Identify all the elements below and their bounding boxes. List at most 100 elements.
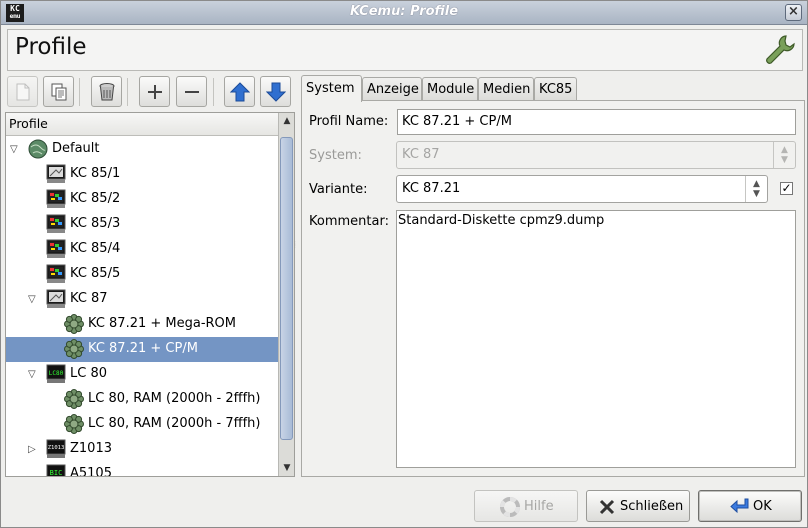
collapse-all-button[interactable] — [176, 76, 207, 107]
close-icon: × — [788, 4, 799, 19]
combo-arrows-icon: ▲ ▼ — [745, 176, 767, 202]
flower-icon — [64, 339, 84, 359]
tree-row-label: LC 80, RAM (2000h - 2fffh) — [88, 391, 261, 406]
combo-arrows-icon: ▲ ▼ — [773, 142, 795, 168]
tree-row[interactable]: LC 80, RAM (2000h - 2fffh) — [6, 387, 279, 412]
tree-row-label: KC 85/4 — [70, 241, 121, 256]
tree-row-label: KC 85/1 — [70, 166, 121, 181]
tree-rows: ▽ Default KC 85/1 KC 85/2 KC 85/3 KC 85/4 KC 8… — [6, 137, 279, 476]
tree-row[interactable]: KC 85/4 — [6, 237, 279, 262]
enter-arrow-icon — [730, 498, 749, 514]
computer-color-icon — [46, 189, 66, 209]
close-x-icon — [599, 499, 615, 515]
tree-row-label: Default — [52, 141, 100, 156]
profile-tree[interactable]: Profile ▽ Default KC 85/1 KC 85/2 KC 85/3 KC … — [5, 112, 295, 477]
flower-icon — [64, 314, 84, 334]
tree-row[interactable]: KC 85/2 — [6, 187, 279, 212]
variant-label: Variante: — [309, 182, 368, 197]
tree-row-label: Z1013 — [70, 441, 112, 456]
minus-icon — [185, 91, 199, 93]
variant-select[interactable]: KC 87.21 ▲ ▼ — [396, 175, 768, 203]
move-up-button[interactable] — [224, 76, 255, 107]
tree-row[interactable]: ▽ LC80 LC 80 — [6, 362, 279, 387]
tree-row-label: LC 80, RAM (2000h - 7fffh) — [88, 416, 261, 431]
expander-open-icon[interactable]: ▽ — [28, 294, 40, 306]
tree-row-label: LC 80 — [70, 366, 107, 381]
header-panel: Profile — [7, 29, 803, 71]
tree-row[interactable]: ▽ KC 87 — [6, 287, 279, 312]
comment-textarea[interactable]: Standard-Diskette cpmz9.dump — [396, 210, 796, 468]
new-document-icon — [16, 83, 30, 101]
pane-splitter-handle[interactable] — [292, 241, 298, 249]
tree-row[interactable]: KC 85/3 — [6, 212, 279, 237]
ok-label: OK — [753, 499, 772, 514]
tree-row-label: KC 87.21 + Mega-ROM — [88, 316, 237, 331]
close-button[interactable]: Schließen — [586, 490, 690, 522]
svg-text:LC80: LC80 — [49, 370, 64, 377]
tree-row-label: KC 85/5 — [70, 266, 121, 281]
page-title: Profile — [15, 34, 87, 60]
tab-system[interactable]: System — [301, 75, 362, 102]
profile-name-label: Profil Name: — [309, 114, 389, 129]
tab-module[interactable]: Module — [422, 77, 478, 101]
expander-open-icon[interactable]: ▽ — [28, 369, 40, 381]
new-profile-button[interactable] — [7, 76, 38, 107]
tree-row-label: KC 85/2 — [70, 191, 121, 206]
ok-button[interactable]: OK — [698, 490, 802, 522]
variant-checkbox[interactable]: ✓ — [780, 182, 793, 195]
help-label: Hilfe — [524, 499, 554, 514]
lifebuoy-icon — [500, 497, 520, 517]
expander-open-icon[interactable]: ▽ — [10, 144, 22, 156]
computer-icon — [46, 164, 66, 184]
comment-label: Kommentar: — [309, 214, 389, 229]
tree-row[interactable]: KC 85/5 — [6, 262, 279, 287]
scroll-up-icon[interactable]: ▲ — [280, 114, 294, 128]
computer-color-icon — [46, 239, 66, 259]
expander-closed-icon[interactable]: ▷ — [28, 444, 40, 456]
computer-icon — [46, 289, 66, 309]
tree-row-label: KC 85/3 — [70, 216, 121, 231]
system-select: KC 87 ▲ ▼ — [396, 141, 796, 169]
tree-row[interactable]: BIC A5105 — [6, 462, 279, 476]
wrench-icon — [766, 35, 795, 64]
plus-icon — [148, 85, 162, 99]
toolbar-separator — [127, 78, 128, 106]
system-label: System: — [309, 148, 362, 163]
computer-color-icon — [46, 264, 66, 284]
system-select-value: KC 87 — [402, 147, 440, 162]
computer-color-icon — [46, 214, 66, 234]
tab-medien[interactable]: Medien — [478, 77, 534, 101]
tree-row[interactable]: LC 80, RAM (2000h - 7fffh) — [6, 412, 279, 437]
flower-icon — [64, 389, 84, 409]
arrow-down-icon — [266, 82, 286, 102]
svg-text:Z1013: Z1013 — [48, 445, 65, 451]
profile-dialog: KC emu KCemu: Profile × Profile Profile … — [0, 0, 808, 528]
title-bar[interactable]: KC emu KCemu: Profile × — [1, 1, 807, 25]
tree-row-label: KC 87.21 + CP/M — [88, 341, 198, 356]
tree-scrollbar[interactable]: ▲ ▼ — [278, 113, 294, 476]
tab-anzeige[interactable]: Anzeige — [362, 77, 422, 101]
copy-profile-button[interactable] — [43, 76, 74, 107]
scroll-down-icon[interactable]: ▼ — [280, 461, 294, 475]
delete-profile-button[interactable] — [91, 76, 122, 107]
tree-row[interactable]: ▽ Default — [6, 137, 279, 162]
help-button[interactable]: Hilfe — [474, 490, 578, 522]
system-tab-panel: Profil Name: KC 87.21 + CP/M System: KC … — [301, 100, 805, 477]
tree-row[interactable]: ▷ Z1013 Z1013 — [6, 437, 279, 462]
trash-icon — [99, 83, 115, 101]
z1013-icon: Z1013 — [46, 439, 66, 459]
expand-all-button[interactable] — [139, 76, 170, 107]
scrollbar-thumb[interactable] — [280, 137, 293, 440]
tree-row[interactable]: KC 87.21 + CP/M — [6, 337, 279, 362]
arrow-up-icon — [230, 82, 250, 102]
lc80-icon: LC80 — [46, 364, 66, 384]
tab-kc85[interactable]: KC85 — [534, 77, 577, 101]
tree-row[interactable]: KC 85/1 — [6, 162, 279, 187]
window-close-button[interactable]: × — [785, 4, 802, 21]
move-down-button[interactable] — [260, 76, 291, 107]
tree-row[interactable]: KC 87.21 + Mega-ROM — [6, 312, 279, 337]
toolbar-separator — [79, 78, 80, 106]
profile-name-field[interactable]: KC 87.21 + CP/M — [397, 109, 796, 135]
window-title: KCemu: Profile — [349, 4, 459, 19]
tree-column-header[interactable]: Profile — [6, 113, 280, 136]
